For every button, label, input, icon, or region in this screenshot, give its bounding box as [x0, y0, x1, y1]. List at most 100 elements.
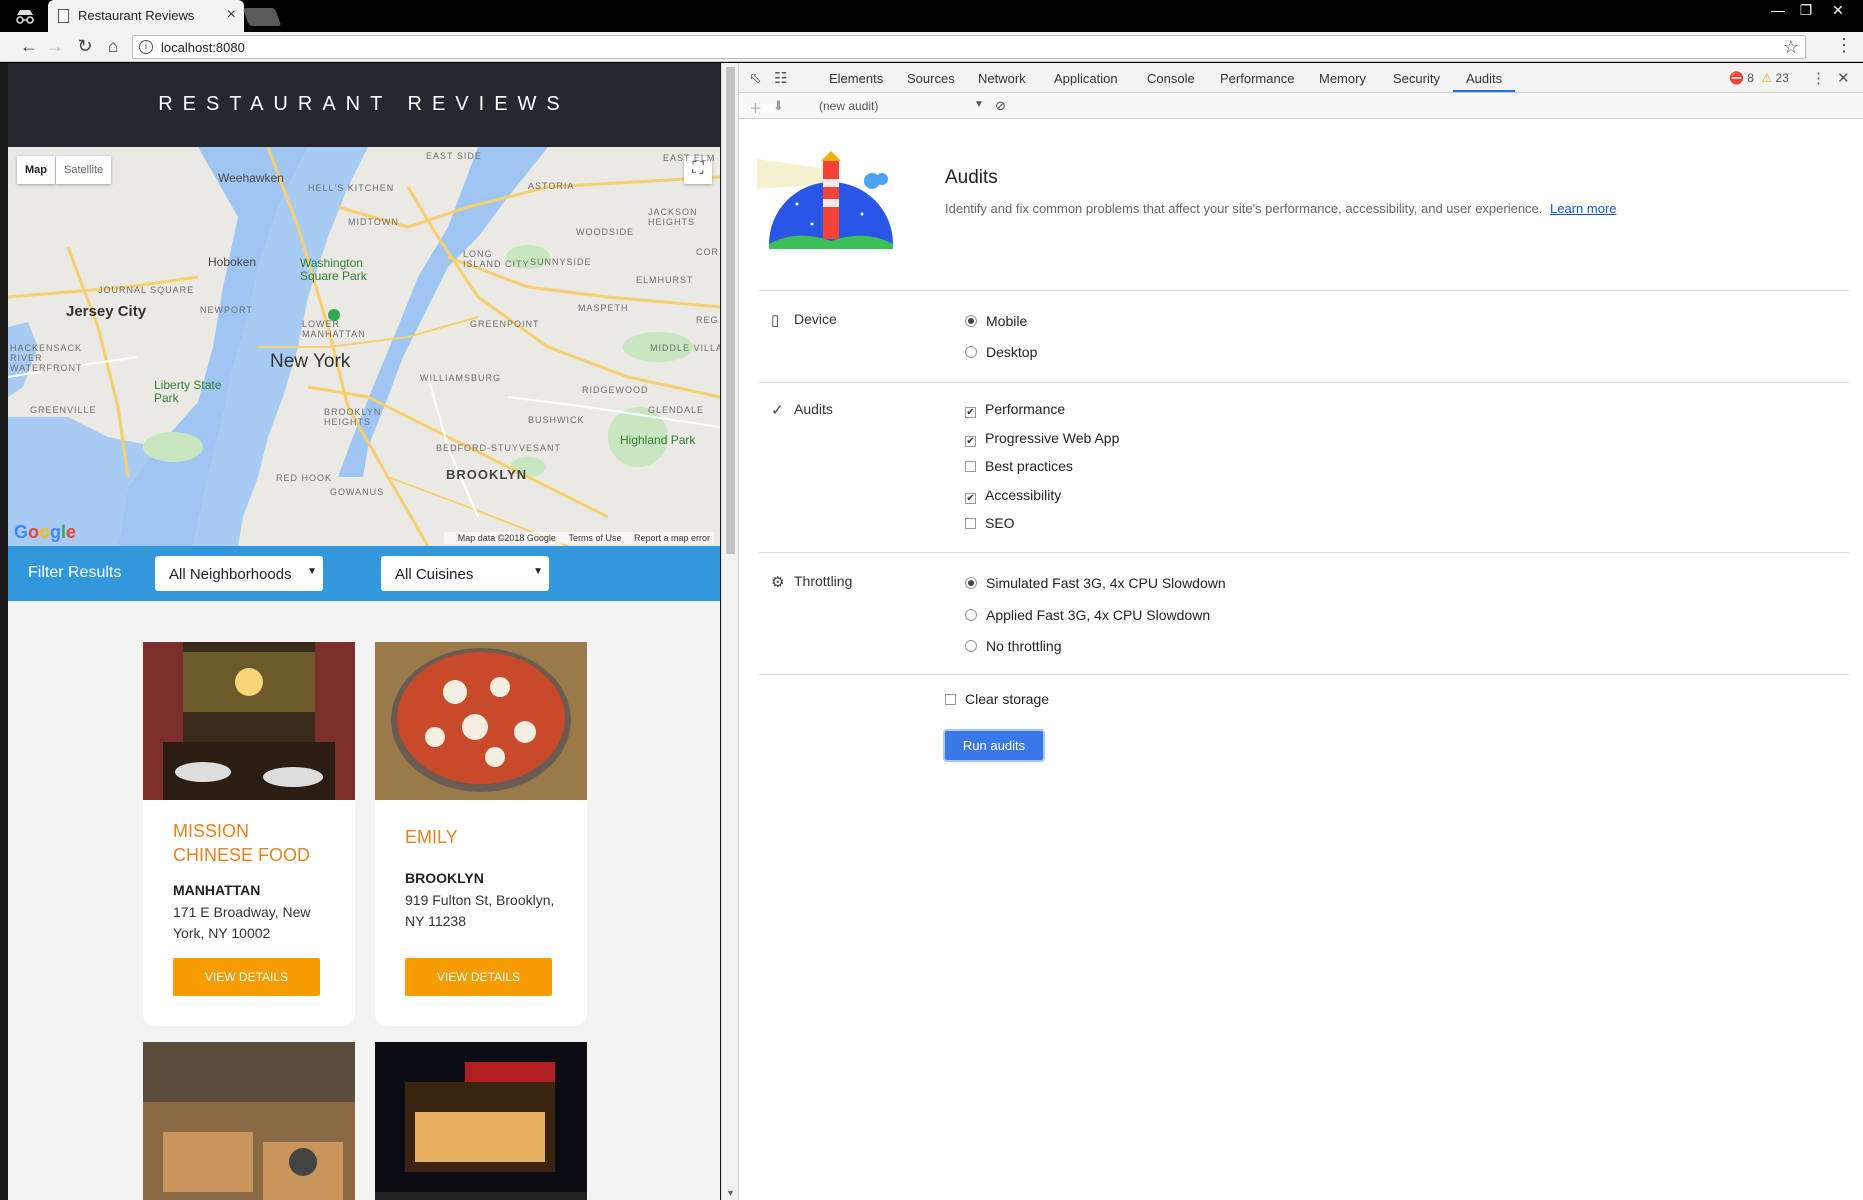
option-label: Accessibility	[985, 487, 1062, 503]
audit-option-seo[interactable]: SEO	[965, 515, 1015, 531]
tab-performance[interactable]: Performance	[1220, 71, 1294, 86]
clear-storage-option[interactable]: Clear storage	[945, 691, 1049, 707]
scroll-down-icon[interactable]: ▼	[726, 1188, 735, 1198]
throttling-option-applied[interactable]: Applied Fast 3G, 4x CPU Slowdown	[965, 607, 1210, 623]
active-tab-indicator	[1453, 90, 1515, 92]
device-toolbar-icon[interactable]: ☷	[774, 69, 787, 87]
restaurant-reviews-page: RESTAURANT REVIEWS Map Satellite ⛶ Weeha…	[8, 63, 720, 1200]
view-details-button[interactable]: VIEW DETAILS	[405, 958, 552, 996]
radio-button[interactable]	[965, 577, 977, 589]
map-label: Hoboken	[208, 255, 257, 269]
audit-report-select[interactable]: (new audit) ▼	[819, 99, 984, 113]
new-tab-button[interactable]	[242, 8, 282, 26]
checkbox[interactable]	[965, 518, 976, 529]
bookmark-star-icon[interactable]: ☆	[1783, 37, 1799, 58]
restaurant-address: 171 E Broadway, New York, NY 10002	[173, 904, 311, 941]
address-bar[interactable]: i localhost:8080 ☆	[132, 35, 1806, 59]
reload-icon[interactable]: ↻	[74, 36, 96, 57]
map-label: COR	[696, 247, 719, 257]
checkbox[interactable]	[965, 461, 976, 472]
neighborhood-select[interactable]: All Neighborhoods ▼	[155, 556, 323, 591]
scrollbar-thumb[interactable]	[726, 67, 735, 554]
map-label: New York	[270, 351, 351, 372]
option-label: Simulated Fast 3G, 4x CPU Slowdown	[986, 575, 1226, 591]
option-label: Mobile	[986, 313, 1028, 329]
audit-option-pwa[interactable]: ✔ Progressive Web App	[965, 430, 1119, 447]
throttling-option-simulated[interactable]: Simulated Fast 3G, 4x CPU Slowdown	[965, 575, 1226, 591]
home-icon[interactable]: ⌂	[102, 36, 124, 57]
devtools-menu-icon[interactable]: ⋮	[1811, 69, 1826, 87]
checkbox[interactable]: ✔	[965, 407, 976, 418]
tab-security[interactable]: Security	[1393, 71, 1440, 86]
cuisine-select[interactable]: All Cuisines ▼	[381, 556, 549, 591]
tab-application[interactable]: Application	[1054, 71, 1118, 86]
radio-button[interactable]	[965, 346, 977, 358]
run-audits-button[interactable]: Run audits	[945, 731, 1043, 760]
audit-option-performance[interactable]: ✔ Performance	[965, 401, 1065, 418]
checkbox[interactable]: ✔	[965, 436, 976, 447]
devtools-tab-bar: ⬁ ☷ Elements Sources Network Application…	[739, 63, 1863, 93]
map-label: MIDDLE VILLA	[650, 343, 720, 353]
site-title[interactable]: RESTAURANT REVIEWS	[8, 93, 720, 116]
download-report-icon[interactable]: ⬇	[773, 98, 784, 114]
tab-audits[interactable]: Audits	[1466, 71, 1502, 86]
google-map[interactable]: Map Satellite ⛶ Weehawken HELL'S KITCHEN…	[8, 147, 720, 546]
site-info-icon[interactable]: i	[139, 40, 153, 54]
forward-icon[interactable]: →	[44, 36, 66, 57]
browser-menu-icon[interactable]: ⋮	[1835, 35, 1853, 56]
close-window-button[interactable]: ✕	[1825, 2, 1851, 19]
tab-close-icon[interactable]: ×	[227, 6, 236, 24]
map-type-map-button[interactable]: Map	[17, 156, 55, 184]
map-label: JOURNAL SQUARE	[98, 285, 195, 295]
restaurant-name: MISSION CHINESE FOOD	[173, 821, 311, 865]
gear-icon: ⚙	[771, 574, 785, 591]
browser-tab-strip: Restaurant Reviews × — ❐ ✕	[0, 0, 1863, 32]
close-devtools-icon[interactable]: ✕	[1837, 69, 1850, 87]
device-option-mobile[interactable]: Mobile	[965, 313, 1027, 329]
inspect-element-icon[interactable]: ⬁	[749, 69, 762, 87]
minimize-button[interactable]: —	[1765, 2, 1791, 18]
map-type-satellite-button[interactable]: Satellite	[56, 156, 112, 184]
console-counts[interactable]: ⛔ 8 ⚠ 23	[1729, 71, 1789, 85]
checkbox[interactable]: ✔	[965, 493, 976, 504]
restaurant-photo	[143, 1042, 355, 1200]
clear-all-icon[interactable]: ⊘	[995, 98, 1006, 114]
map-footer: Map data ©2018 Google Terms of Use Repor…	[443, 532, 714, 544]
option-label: Performance	[985, 401, 1066, 417]
device-label: Device	[794, 311, 837, 327]
map-label: GREENPOINT	[470, 319, 540, 329]
tab-memory[interactable]: Memory	[1319, 71, 1366, 86]
checkbox[interactable]	[945, 694, 956, 705]
tab-elements[interactable]: Elements	[829, 71, 883, 86]
error-icon: ⛔	[1729, 71, 1744, 85]
tab-console[interactable]: Console	[1147, 71, 1195, 86]
back-icon[interactable]: ←	[18, 36, 40, 57]
map-label: Highland Park	[620, 433, 696, 447]
browser-tab[interactable]: Restaurant Reviews ×	[48, 0, 244, 32]
device-option-desktop[interactable]: Desktop	[965, 344, 1037, 360]
radio-button[interactable]	[965, 315, 977, 327]
page-scrollbar[interactable]: ▼	[721, 63, 738, 1200]
new-audit-icon[interactable]: ＋	[749, 98, 762, 117]
google-logo: Google	[14, 522, 77, 542]
audits-section: ✓ Audits ✔ Performance ✔ Progressive Web A…	[759, 382, 1849, 552]
dropdown-arrow-icon: ▼	[533, 566, 543, 577]
cuisine-select-value: All Cuisines	[395, 566, 474, 583]
radio-button[interactable]	[965, 609, 977, 621]
restaurant-neighborhood: MANHATTAN	[173, 882, 261, 898]
audit-option-accessibility[interactable]: ✔ Accessibility	[965, 487, 1061, 504]
audit-option-best-practices[interactable]: Best practices	[965, 458, 1073, 474]
restore-button[interactable]: ❐	[1793, 2, 1819, 19]
map-label: GREENVILLE	[30, 405, 97, 415]
learn-more-link[interactable]: Learn more	[1550, 201, 1616, 216]
tab-sources[interactable]: Sources	[907, 71, 955, 86]
radio-button[interactable]	[965, 640, 977, 652]
report-map-error-link[interactable]: Report a map error	[634, 533, 710, 543]
tab-network[interactable]: Network	[978, 71, 1026, 86]
map-label: EAST SIDE	[426, 151, 482, 161]
neighborhood-select-value: All Neighborhoods	[169, 566, 292, 583]
throttling-option-none[interactable]: No throttling	[965, 638, 1061, 654]
terms-of-use-link[interactable]: Terms of Use	[568, 533, 621, 543]
incognito-icon	[16, 10, 34, 24]
view-details-button[interactable]: VIEW DETAILS	[173, 958, 320, 996]
